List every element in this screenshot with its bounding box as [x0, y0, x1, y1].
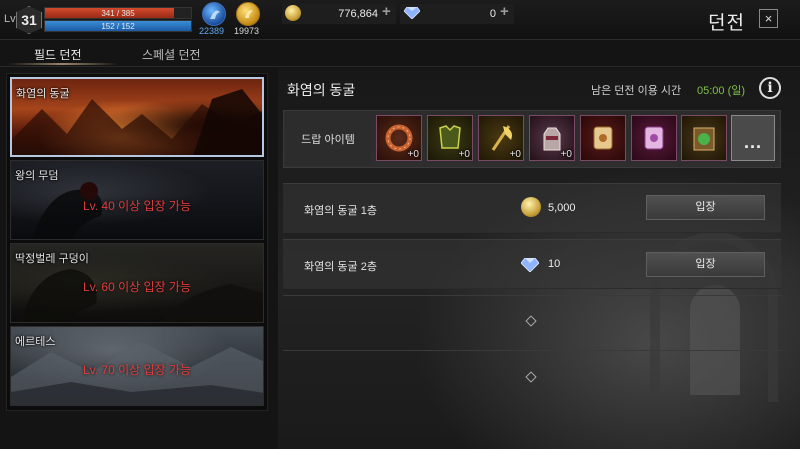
active-tab-indicator	[8, 63, 118, 65]
gauntlet-icon[interactable]: +0	[529, 115, 575, 161]
level-requirement: Lv. 40 이상 입장 가능	[82, 199, 192, 213]
power-orb-icon[interactable]	[202, 2, 226, 26]
drop-items-label: 드랍 아이템	[285, 113, 371, 165]
spellbook-icon[interactable]	[681, 115, 727, 161]
remaining-time-value: 05:00 (일)	[697, 85, 746, 97]
enhance-level: +0	[509, 149, 521, 160]
entry-cost: 5,000	[548, 202, 576, 214]
more-items-button[interactable]: ...	[731, 115, 775, 161]
armor-icon[interactable]: +0	[427, 115, 473, 161]
dungeon-card-fire-cave[interactable]: 화염의 동굴	[10, 77, 264, 157]
diamond-amount: 0	[489, 8, 496, 20]
gold-orb-icon[interactable]	[236, 2, 260, 26]
dungeon-card-kings-tomb[interactable]: 왕의 무덤 Lv. 40 이상 입장 가능	[10, 160, 264, 240]
dungeon-name: 에르테스	[15, 336, 56, 348]
scroll-icon[interactable]	[580, 115, 626, 161]
dungeon-card-ertes[interactable]: 에르테스 Lv. 70 이상 입장 가능	[10, 326, 264, 406]
empty-slot-divider	[283, 295, 781, 296]
empty-slot-divider	[283, 350, 781, 351]
ring-icon[interactable]: +0	[376, 115, 422, 161]
mp-text: 152 / 152	[101, 22, 135, 31]
level-requirement: Lv. 60 이상 입장 가능	[82, 280, 192, 294]
add-diamond-button[interactable]: +	[500, 3, 509, 20]
mp-bar: 152 / 152	[44, 20, 192, 32]
level-label: Lv	[4, 13, 16, 25]
hp-text: 341 / 385	[101, 9, 135, 18]
diamond-icon	[404, 7, 420, 19]
hp-bar: 341 / 385	[44, 7, 192, 19]
tab-divider	[0, 66, 800, 67]
enhance-level: +0	[458, 149, 470, 160]
dungeon-name: 화염의 동굴	[16, 88, 70, 100]
enter-button[interactable]: 입장	[646, 252, 765, 277]
enhance-level: +0	[407, 149, 419, 160]
remaining-time-label: 남은 던전 이용 시간	[591, 85, 682, 97]
enter-button[interactable]: 입장	[646, 195, 765, 220]
dungeon-card-beetle-pit[interactable]: 딱정벌레 구덩이 Lv. 60 이상 입장 가능	[10, 243, 264, 323]
entry-cost: 10	[548, 258, 561, 270]
axe-icon[interactable]: +0	[478, 115, 524, 161]
gold-stat-value: 19973	[234, 26, 260, 36]
dungeon-name: 딱정벌레 구덩이	[15, 253, 89, 265]
dungeon-list: 화염의 동굴 왕의 무덤 Lv. 40 이상 입장 가능 딱정벌레 구덩이 Lv…	[6, 73, 268, 411]
info-icon[interactable]: i	[759, 77, 781, 99]
add-gold-button[interactable]: +	[382, 3, 391, 20]
floor-name: 화염의 동굴 1층	[304, 205, 377, 217]
tab-special-dungeon[interactable]: 스페셜 던전	[142, 46, 201, 63]
floor-name: 화염의 동굴 2층	[304, 261, 377, 273]
power-value: 22389	[199, 26, 225, 36]
selected-dungeon-title: 화염의 동굴	[287, 82, 356, 98]
dungeon-name: 왕의 무덤	[15, 170, 59, 182]
tab-field-dungeon[interactable]: 필드 던전	[34, 46, 82, 63]
diamond-icon	[521, 258, 539, 272]
enhance-level: +0	[560, 149, 572, 160]
gold-coin-icon	[285, 5, 301, 21]
gold-coin-icon	[521, 197, 541, 217]
background-corridor	[690, 285, 740, 395]
gold-amount: 776,864	[338, 8, 378, 20]
level-requirement: Lv. 70 이상 입장 가능	[82, 363, 192, 377]
page-title: 던전	[708, 13, 745, 34]
close-button[interactable]: ×	[759, 9, 778, 28]
scroll-purple-icon[interactable]	[631, 115, 677, 161]
